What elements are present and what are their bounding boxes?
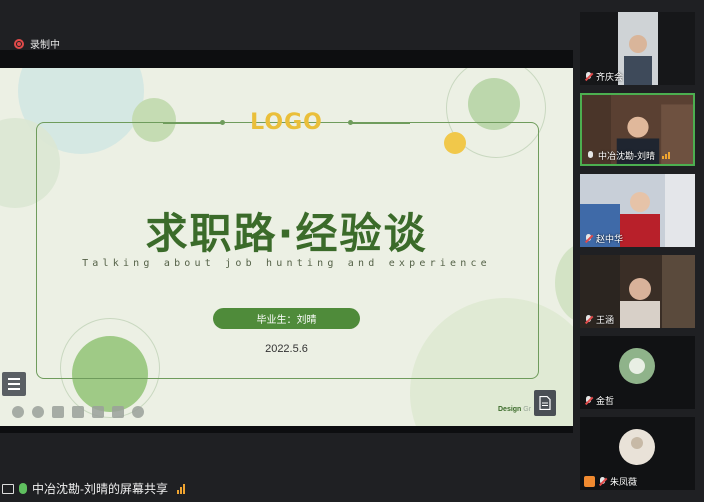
participant-tile[interactable]: 朱凤薇 [580, 417, 695, 490]
pen-icon[interactable] [52, 406, 64, 418]
menu-icon [8, 378, 20, 380]
participant-tile[interactable]: 赵中华 [580, 174, 695, 247]
record-icon [14, 38, 24, 49]
mic-on-icon [19, 483, 27, 494]
screen-icon[interactable] [92, 406, 104, 418]
slide-subtitle: Talking about job hunting and experience [82, 258, 491, 269]
mic-muted-icon [598, 476, 607, 487]
document-icon [539, 396, 551, 410]
participant-name: 赵中华 [596, 234, 624, 244]
participant-name: 朱凤薇 [610, 477, 638, 487]
more-icon[interactable] [132, 406, 144, 418]
slide-title: 求职路·经验谈 [145, 209, 428, 258]
share-label: 中冶沈勘-刘晴的屏幕共享 [32, 482, 168, 496]
screen-share-icon [584, 476, 595, 487]
screen-share-icon [2, 483, 14, 494]
participant-name: 王涵 [596, 315, 615, 325]
signal-bars-icon [662, 152, 670, 159]
recording-label: 录制中 [30, 40, 60, 51]
participant-tile[interactable]: 王涵 [580, 255, 695, 328]
slide-logo: LOGO [250, 110, 323, 135]
zoom-icon[interactable] [72, 406, 84, 418]
mic-muted-icon [584, 233, 593, 244]
document-button[interactable] [534, 390, 556, 416]
participant-tile-active[interactable]: 中冶沈勘-刘晴 [580, 93, 695, 166]
participant-tile[interactable]: 金哲 [580, 336, 695, 409]
prev-icon[interactable] [12, 406, 24, 418]
participant-name: 齐庆会 [596, 72, 624, 82]
mic-muted-icon [584, 71, 593, 82]
design-label-rest: Gr [523, 406, 532, 413]
share-status-bar: 中冶沈勘-刘晴的屏幕共享 [0, 480, 185, 497]
shared-screen: LOGO 求职路·经验谈 Talking about job hunting a… [0, 50, 573, 433]
mic-muted-icon [584, 395, 593, 406]
next-icon[interactable] [32, 406, 44, 418]
grid-icon[interactable] [112, 406, 124, 418]
meeting-window: { "recording": { "label": "录制中" }, "slid… [0, 0, 704, 502]
participant-name: 金哲 [596, 396, 615, 406]
slide-controls [12, 406, 144, 418]
slide-date: 2022.5.6 [265, 343, 308, 355]
participant-name: 中冶沈勘-刘晴 [598, 151, 655, 161]
graduate-badge: 毕业生：刘晴 [213, 308, 360, 329]
presentation-slide: LOGO 求职路·经验谈 Talking about job hunting a… [0, 68, 573, 426]
mic-on-icon [586, 150, 595, 161]
signal-bars-icon [177, 483, 185, 494]
slide-menu-button[interactable] [2, 372, 26, 396]
mic-muted-icon [584, 314, 593, 325]
design-credit: Design Gr [498, 406, 531, 413]
design-label: Design [498, 406, 522, 413]
recording-indicator: 录制中 [14, 36, 60, 51]
participant-tile[interactable]: 齐庆会 [580, 12, 695, 85]
